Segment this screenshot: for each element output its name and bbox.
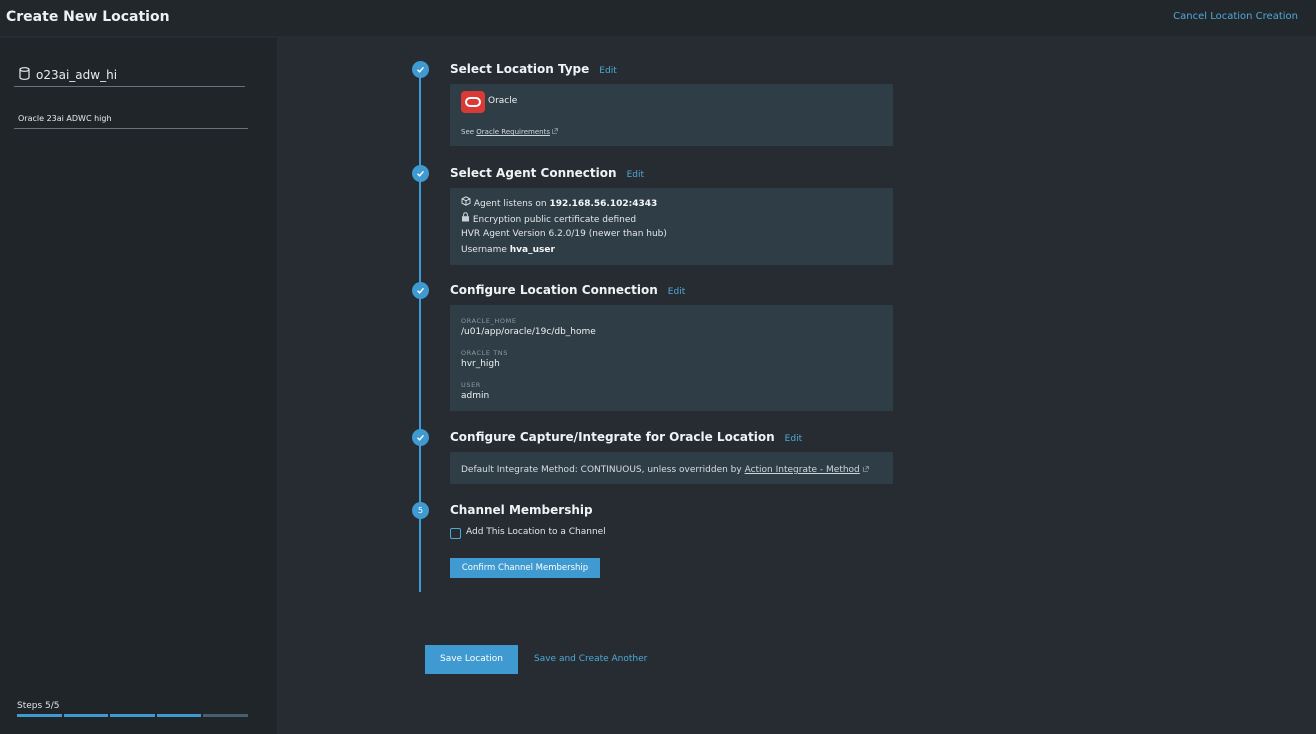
- certificate-text: Encryption public certificate defined: [472, 215, 637, 225]
- step-4-title-text: Configure Capture/Integrate for Oracle L…: [450, 430, 775, 444]
- location-type-name: Oracle: [488, 96, 518, 106]
- step-3-complete-icon: [412, 282, 429, 299]
- step-2-complete-icon: [412, 165, 429, 182]
- oracle-tns-value: hvr_high: [461, 359, 500, 369]
- oracle-tns-key: ORACLE TNS: [461, 349, 508, 357]
- location-description-field[interactable]: Oracle 23ai ADWC high: [14, 110, 248, 129]
- confirm-channel-membership-button[interactable]: Confirm Channel Membership: [450, 558, 600, 578]
- oracle-requirements-link[interactable]: Oracle Requirements: [476, 128, 550, 136]
- location-type-card: Oracle See Oracle Requirements: [450, 84, 893, 146]
- step-4-complete-icon: [412, 429, 429, 446]
- location-connection-card: ORACLE_HOME /u01/app/oracle/19c/db_home …: [450, 305, 893, 411]
- certificate-line: Encryption public certificate defined: [461, 212, 636, 225]
- step-1-edit-link[interactable]: Edit: [599, 66, 616, 76]
- agent-listens-line: Agent listens on 192.168.56.102:4343: [461, 196, 657, 209]
- capture-integrate-card: Default Integrate Method: CONTINUOUS, un…: [450, 452, 893, 484]
- cube-icon: [461, 196, 474, 209]
- progress-segment: [17, 714, 62, 717]
- username-line: Username hva_user: [461, 245, 555, 255]
- step-2-title-text: Select Agent Connection: [450, 166, 617, 180]
- external-link-icon: [862, 465, 869, 475]
- add-to-channel-checkbox[interactable]: [450, 528, 461, 539]
- top-bar: Create New Location Cancel Location Crea…: [0, 0, 1316, 36]
- user-key: USER: [461, 381, 481, 389]
- step-1-title: Select Location Type Edit: [450, 62, 617, 76]
- steps-progress-bar: [17, 714, 248, 717]
- page-title: Create New Location: [6, 9, 170, 25]
- save-and-create-another-link[interactable]: Save and Create Another: [534, 654, 647, 664]
- add-to-channel-label[interactable]: Add This Location to a Channel: [466, 527, 606, 537]
- progress-segment: [63, 714, 109, 717]
- agent-listens-prefix: Agent listens on: [473, 199, 550, 209]
- steps-label: Steps 5/5: [17, 701, 60, 711]
- username-prefix: Username: [461, 245, 510, 255]
- requirements-line: See Oracle Requirements: [461, 128, 559, 136]
- see-prefix: See: [461, 128, 477, 136]
- external-link-icon: [552, 128, 559, 136]
- username-value: hva_user: [509, 245, 555, 255]
- user-value: admin: [461, 391, 490, 401]
- integrate-method-text: Default Integrate Method: CONTINUOUS, un…: [461, 465, 745, 475]
- step-5-title-text: Channel Membership: [450, 503, 593, 517]
- step-4-title: Configure Capture/Integrate for Oracle L…: [450, 430, 802, 444]
- database-icon: [19, 67, 30, 83]
- progress-segment: [203, 714, 248, 717]
- step-2-title: Select Agent Connection Edit: [450, 166, 644, 180]
- step-5-number-badge: 5: [412, 502, 429, 519]
- step-1-title-text: Select Location Type: [450, 62, 590, 76]
- step-3-title: Configure Location Connection Edit: [450, 283, 685, 297]
- integrate-method-line: Default Integrate Method: CONTINUOUS, un…: [461, 465, 869, 475]
- step-4-edit-link[interactable]: Edit: [785, 434, 802, 444]
- step-1-complete-icon: [412, 61, 429, 78]
- save-location-button[interactable]: Save Location: [425, 645, 518, 674]
- step-3-title-text: Configure Location Connection: [450, 283, 658, 297]
- sidebar: o23ai_adw_hi Oracle 23ai ADWC high Steps…: [0, 38, 277, 734]
- cancel-location-creation-link[interactable]: Cancel Location Creation: [1173, 11, 1298, 22]
- oracle-home-value: /u01/app/oracle/19c/db_home: [461, 327, 596, 337]
- step-5-title: Channel Membership: [450, 503, 593, 517]
- agent-version: HVR Agent Version 6.2.0/19 (newer than h…: [461, 229, 667, 239]
- progress-segment: [156, 714, 202, 717]
- action-integrate-method-link[interactable]: Action Integrate - Method: [745, 465, 860, 475]
- location-name-field[interactable]: o23ai_adw_hi: [14, 66, 245, 87]
- oracle-logo-icon: [461, 91, 485, 113]
- oracle-home-key: ORACLE_HOME: [461, 317, 517, 325]
- lock-icon: [461, 212, 473, 225]
- step-3-edit-link[interactable]: Edit: [668, 287, 685, 297]
- agent-connection-card: Agent listens on 192.168.56.102:4343 Enc…: [450, 188, 893, 265]
- location-name: o23ai_adw_hi: [36, 68, 118, 82]
- progress-segment: [110, 714, 155, 717]
- agent-address: 192.168.56.102:4343: [549, 199, 658, 209]
- step-2-edit-link[interactable]: Edit: [627, 170, 644, 180]
